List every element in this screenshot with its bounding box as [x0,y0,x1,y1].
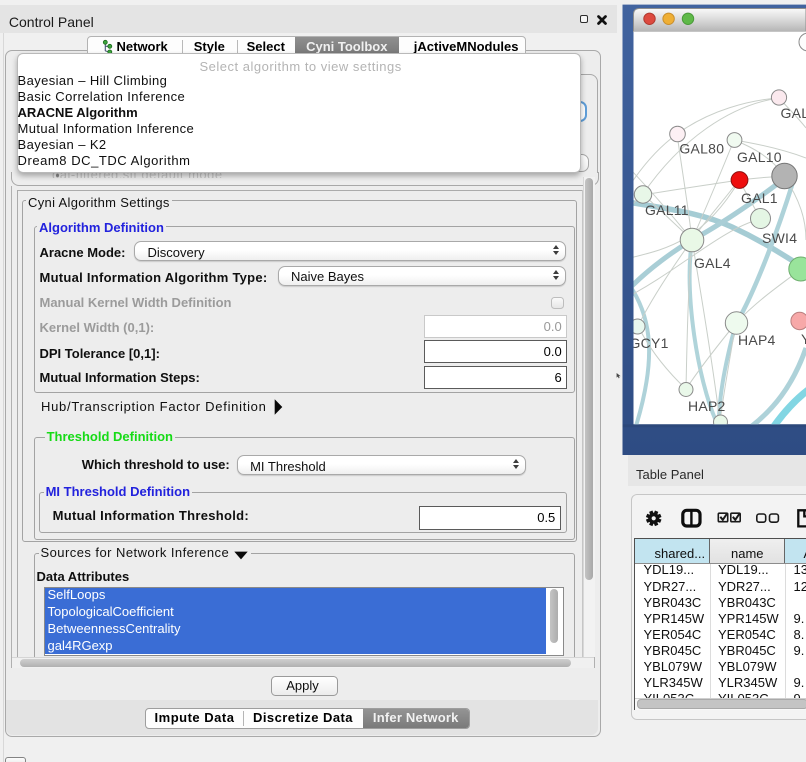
svg-text:GAL1: GAL1 [741,190,778,206]
svg-text:SWI4: SWI4 [762,230,797,246]
svg-text:GAL10: GAL10 [737,149,782,165]
svg-text:GCY1: GCY1 [630,335,669,351]
svg-text:GAL11: GAL11 [645,202,689,218]
svg-text:GAL4: GAL4 [694,255,731,271]
svg-text:HAP4: HAP4 [738,332,776,348]
svg-text:GAL2: GAL2 [781,105,806,121]
svg-text:GAL80: GAL80 [679,141,724,157]
svg-text:HAP2: HAP2 [688,398,726,414]
svg-text:YGL...: YGL... [801,331,806,347]
